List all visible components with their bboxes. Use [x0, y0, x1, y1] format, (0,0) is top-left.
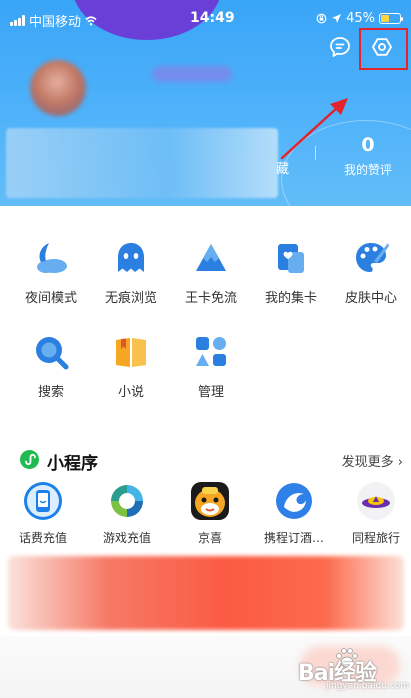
mini-program-logo-icon: [20, 450, 39, 469]
tongcheng-icon: [357, 482, 395, 520]
message-button[interactable]: [323, 30, 357, 64]
likes-count: 0: [361, 134, 375, 156]
rotation-lock-icon: [316, 13, 327, 24]
mini-label: 游戏充值: [102, 531, 151, 545]
profile-header: 中国移动 14:49 45% 藏 0 我的赞评: [0, 0, 411, 206]
search-icon: [36, 337, 69, 370]
tool-label: 无痕浏览: [104, 291, 157, 306]
night-mode-icon: [37, 243, 67, 273]
tool-manage[interactable]: 管理: [175, 333, 247, 400]
battery-percent: 45%: [346, 11, 375, 26]
mini-label: 京喜: [197, 531, 222, 545]
promo-banner-blurred[interactable]: [8, 556, 404, 630]
wifi-icon: [85, 15, 97, 25]
status-time: 14:49: [190, 10, 235, 26]
book-icon: [116, 338, 146, 367]
tool-label: 小说: [117, 385, 144, 400]
tool-label: 夜间模式: [24, 291, 77, 306]
chat-icon: [330, 37, 350, 57]
annotation-highlight-box: [359, 28, 408, 70]
mini-programs-title: 小程序: [47, 454, 98, 474]
signal-icon: [10, 15, 25, 26]
tool-wangka[interactable]: 王卡免流: [175, 239, 247, 306]
mini-ctrip[interactable]: 携程订酒…: [254, 482, 334, 546]
profile-info-blurred: [6, 128, 278, 198]
tool-night-mode[interactable]: 夜间模式: [15, 239, 87, 306]
mini-phone-recharge[interactable]: 话费充值: [3, 482, 83, 546]
mountain-icon: [196, 244, 226, 271]
mini-label: 话费充值: [18, 531, 67, 545]
ctrip-icon: [276, 483, 312, 519]
phone-recharge-icon: [24, 482, 62, 520]
discover-more-link[interactable]: 发现更多 ›: [342, 451, 403, 470]
tool-novel[interactable]: 小说: [95, 333, 167, 400]
ghost-icon: [118, 243, 144, 272]
mini-label: 携程订酒…: [263, 531, 324, 545]
battery-icon: [379, 13, 403, 24]
tool-label: 搜索: [37, 385, 64, 400]
card-collection-icon: [278, 244, 304, 273]
jingxi-icon: [191, 482, 229, 520]
location-icon: [332, 14, 342, 23]
battery-level: [381, 15, 390, 22]
status-right: 45%: [316, 11, 403, 26]
mini-game-recharge[interactable]: 游戏充值: [87, 482, 167, 546]
tool-card-collection[interactable]: 我的集卡: [255, 239, 327, 306]
status-left: 中国移动: [10, 11, 97, 30]
username-blurred: [152, 66, 232, 82]
mini-label: 同程旅行: [351, 531, 400, 545]
mini-jingxi[interactable]: 京喜: [170, 482, 250, 546]
carrier-label: 中国移动: [29, 15, 82, 30]
mini-tongcheng[interactable]: 同程旅行: [336, 482, 411, 546]
stat-divider: [315, 146, 316, 160]
avatar[interactable]: [30, 60, 86, 116]
baidu-jingyan-watermark: Bai经验 jingyan.baidu.com: [290, 645, 410, 693]
palette-icon: [356, 243, 389, 272]
tool-incognito[interactable]: 无痕浏览: [95, 239, 167, 306]
my-likes-stat[interactable]: 0 我的赞评: [336, 134, 400, 178]
manage-icon: [196, 337, 226, 366]
tool-label: 皮肤中心: [344, 291, 397, 306]
likes-label: 我的赞评: [343, 163, 392, 177]
mini-programs-header: 小程序 发现更多 ›: [20, 449, 411, 474]
tool-label: 管理: [197, 385, 224, 400]
tool-skin-center[interactable]: 皮肤中心: [335, 239, 407, 306]
content-panel: 夜间模式 无痕浏览 王卡免流 我的集卡 皮肤中心 搜索 小说 管理 小程序 发现…: [0, 206, 411, 698]
game-recharge-icon: [109, 483, 145, 519]
stat-partial-label: 藏: [276, 162, 290, 177]
tool-label: 我的集卡: [264, 291, 317, 306]
watermark-url: jingyan.baidu.com: [326, 681, 410, 691]
tool-search[interactable]: 搜索: [15, 333, 87, 400]
tool-label: 王卡免流: [184, 291, 237, 306]
